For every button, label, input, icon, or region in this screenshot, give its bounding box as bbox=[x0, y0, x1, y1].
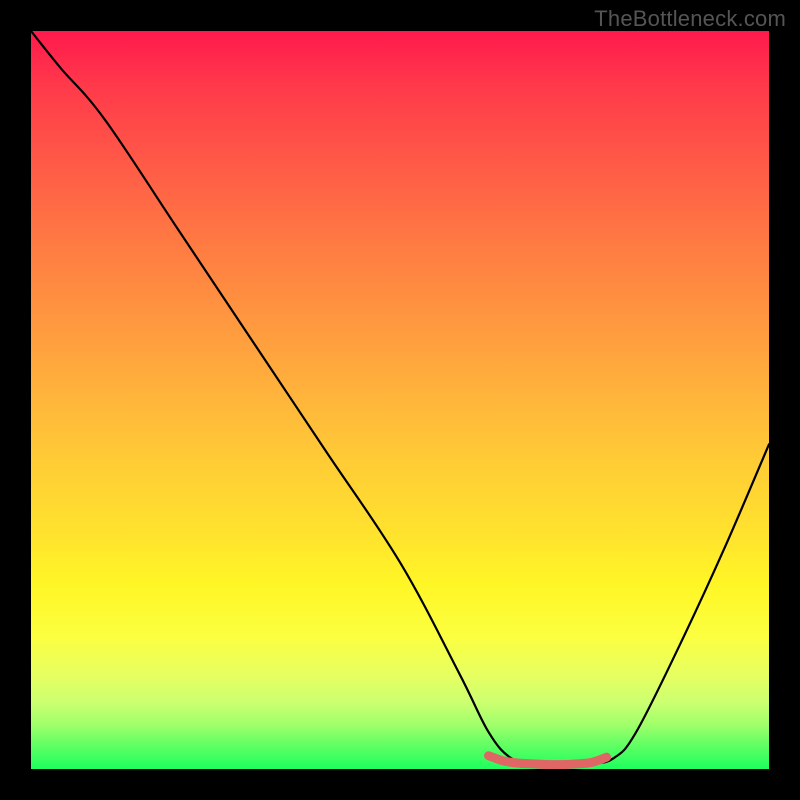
bottleneck-curve bbox=[31, 31, 769, 765]
highlight-segment bbox=[489, 756, 607, 765]
plot-area bbox=[31, 31, 769, 769]
chart-svg bbox=[31, 31, 769, 769]
watermark-text: TheBottleneck.com bbox=[594, 6, 786, 32]
